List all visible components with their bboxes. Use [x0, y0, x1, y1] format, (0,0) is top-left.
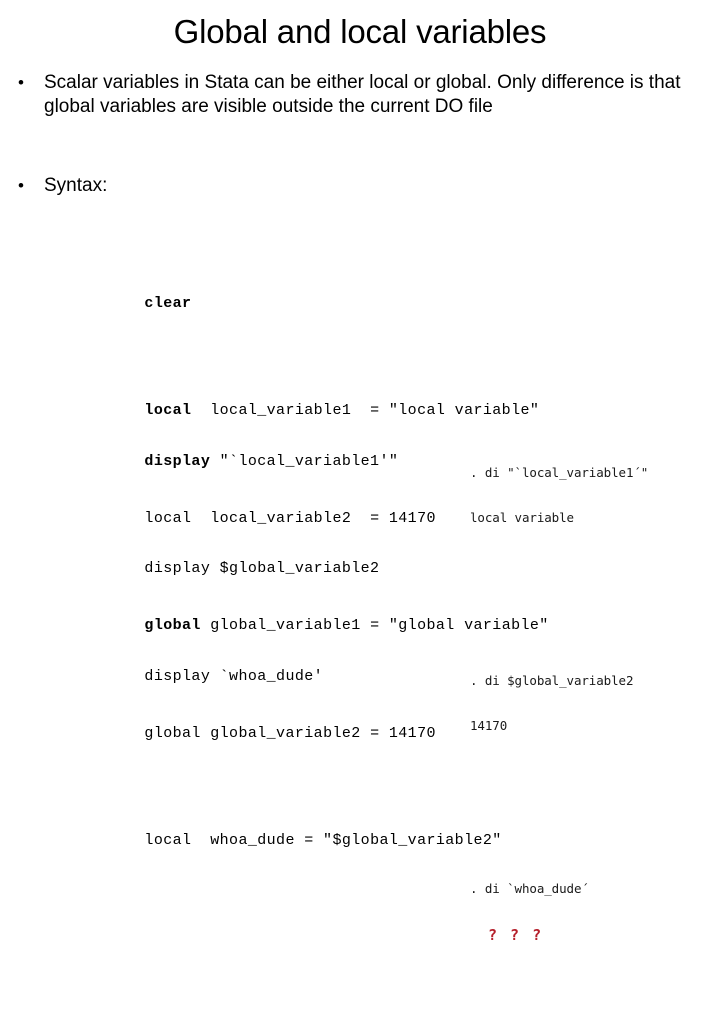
code-keyword: display [144, 560, 211, 577]
console-command-line: . di "`local_variable1´" [470, 465, 649, 480]
console-group: . di "`local_variable1´" local variable [470, 435, 714, 555]
bullet-item-syntax: • Syntax: [18, 174, 318, 198]
bullet-item-scalar-variables: • Scalar variables in Stata can be eithe… [18, 71, 718, 119]
page-title: Global and local variables [173, 13, 547, 50]
code-rest: $global_variable2 [210, 560, 380, 577]
slide-canvas: Global and local variables • Scalar vari… [0, 0, 720, 944]
console-group: . di `whoa_dude´ ? ? ? [470, 851, 714, 974]
bullet-marker-icon: • [18, 73, 24, 92]
code-line: display $global_variable2 [88, 537, 398, 602]
console-output-line: local variable [470, 510, 574, 525]
code-keyword: display [144, 667, 211, 685]
console-command-line: . di $global_variable2 [470, 673, 634, 688]
stata-console-output: . di "`local_variable1´" local variable … [470, 390, 714, 1019]
code-line: display "`local_variable1'" [88, 429, 398, 494]
bullet-text-scalar-variables: Scalar variables in Stata can be either … [44, 72, 681, 117]
code-keyword: local [144, 832, 192, 849]
code-rest: `whoa_dude' [210, 667, 324, 685]
console-error-output: ? ? ? [488, 926, 544, 944]
code-rest: "`local_variable1'" [210, 452, 399, 470]
bullet-marker-icon: • [18, 176, 24, 195]
console-group: . di $global_variable2 14170 [470, 643, 714, 763]
console-output-line: 14170 [470, 718, 508, 733]
console-spacer [470, 793, 714, 806]
code-block-display: display "`local_variable1'" display $glo… [88, 386, 398, 752]
console-command-line: . di `whoa_dude´ [470, 881, 589, 896]
code-keyword: clear [144, 294, 192, 312]
code-line: clear [88, 271, 549, 336]
console-spacer [470, 585, 714, 598]
code-rest: whoa_dude = "$global_variable2" [191, 832, 502, 849]
bullet-text-syntax: Syntax: [44, 175, 108, 196]
code-line: display `whoa_dude' [88, 644, 398, 709]
code-keyword: display [144, 452, 211, 470]
